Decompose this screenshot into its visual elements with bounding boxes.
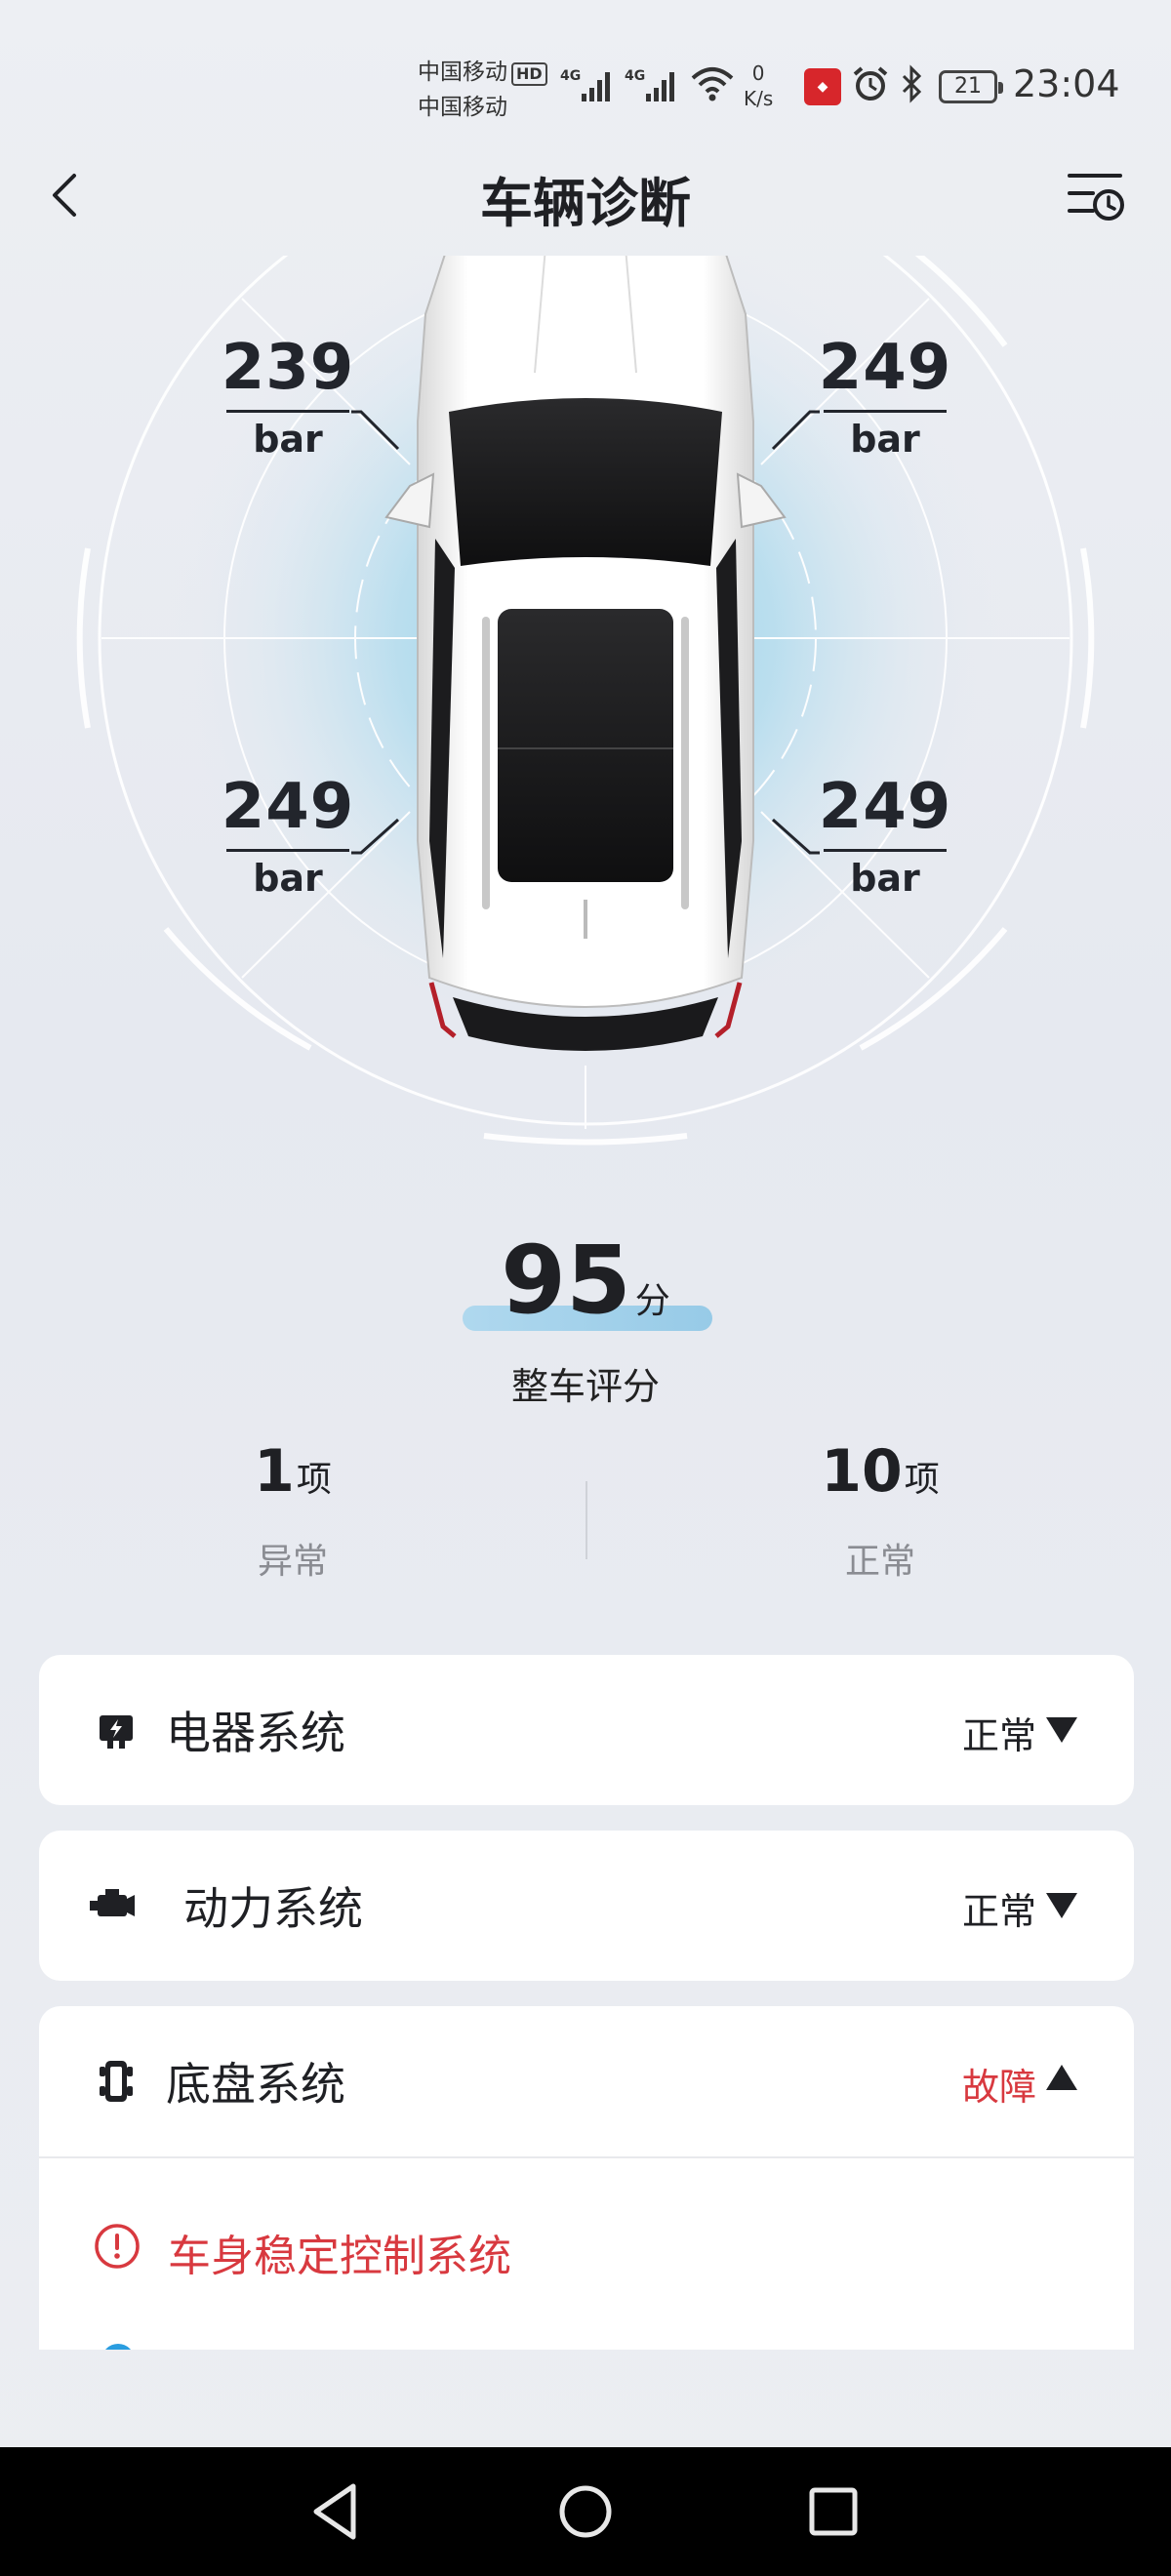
signal-4g-icon-2: 4G: [625, 68, 674, 101]
alert-circle-icon: [95, 2224, 140, 2269]
normal-label: 正常: [844, 1542, 915, 1582]
tire-rear-right: 249 bar: [792, 773, 978, 903]
system-row-chassis[interactable]: 底盘系统 故障: [39, 2006, 1134, 2156]
score-unit: 分: [634, 1281, 670, 1321]
carrier-name-1: 中国移动: [418, 60, 507, 85]
system-name: 电器系统: [166, 1707, 345, 1759]
chassis-icon: [100, 2061, 133, 2102]
system-card-electrical: 电器系统 正常: [39, 1655, 1134, 1805]
issue-name: 车身稳定控制系统: [168, 2232, 511, 2281]
status-bar: 中国移动 HD 中国移动 4G 4G 0 K/s ◆ 21 23:04: [0, 0, 1171, 127]
expand-chevron-icon[interactable]: [1046, 1893, 1077, 1918]
hd-badge: HD: [511, 62, 547, 86]
net-speed: 0 K/s: [744, 60, 773, 111]
signal-4g-icon: 4G: [560, 68, 610, 101]
tire-front-right-value: 249: [818, 332, 952, 404]
nav-recents-icon[interactable]: [798, 2476, 868, 2547]
system-row-powertrain[interactable]: 动力系统 正常: [39, 1831, 1134, 1981]
bluetooth-icon: [902, 64, 922, 103]
app-notification-icon: ◆: [804, 68, 841, 105]
chassis-issue-list: 车身稳定控制系统: [39, 2156, 1134, 2350]
normal-count-unit: 项: [904, 1460, 940, 1500]
system-card-chassis: 底盘系统 故障 车身稳定控制系统: [39, 2006, 1134, 2350]
tire-front-left-unit: bar: [226, 410, 349, 463]
abnormal-count-unit: 项: [296, 1460, 332, 1500]
history-button[interactable]: [1064, 164, 1128, 228]
wifi-icon: [691, 67, 734, 101]
app-header: 车辆诊断: [0, 146, 1171, 244]
tire-rear-left-unit: bar: [226, 849, 349, 903]
tire-rear-right-value: 249: [818, 771, 952, 843]
system-name: 底盘系统: [166, 2058, 345, 2111]
abnormal-count-value: 1: [254, 1437, 295, 1506]
alarm-icon: [853, 66, 888, 101]
system-status: 正常: [961, 1714, 1036, 1757]
clock: 23:04: [1013, 62, 1120, 105]
tire-front-left: 239 bar: [195, 334, 381, 463]
system-row-electrical[interactable]: 电器系统 正常: [39, 1655, 1134, 1805]
net-speed-value: 0: [751, 61, 765, 85]
nav-back-icon[interactable]: [303, 2476, 373, 2547]
next-item-status-icon: [101, 2344, 135, 2350]
overall-score: 95 分: [0, 1231, 1171, 1350]
tire-front-left-value: 239: [221, 332, 355, 404]
score-label: 整车评分: [510, 1365, 660, 1408]
tire-rear-right-unit: bar: [824, 849, 947, 903]
carrier-name-2: 中国移动: [418, 95, 507, 120]
system-navigation-bar: [0, 2447, 1171, 2576]
nav-home-icon[interactable]: [550, 2476, 621, 2547]
car-top-view: [384, 256, 787, 1051]
system-name: 动力系统: [183, 1882, 363, 1935]
engine-icon: [90, 1889, 135, 1916]
tire-front-right: 249 bar: [792, 334, 978, 463]
tire-rear-left: 249 bar: [195, 773, 381, 903]
carrier-info: 中国移动 HD 中国移动: [418, 55, 547, 125]
tire-rear-left-value: 249: [221, 771, 355, 843]
diagnosis-summary: 1项 异常 10项 正常: [0, 1432, 1171, 1598]
net-speed-unit: K/s: [744, 87, 774, 110]
svg-text:4G: 4G: [625, 68, 645, 84]
normal-count-value: 10: [821, 1437, 903, 1506]
system-status: 正常: [961, 1890, 1036, 1933]
svg-text:4G: 4G: [560, 68, 581, 84]
abnormal-count[interactable]: 1项 异常: [146, 1432, 439, 1584]
system-status: 故障: [961, 2066, 1036, 2109]
collapse-chevron-icon[interactable]: [1046, 2065, 1077, 2090]
electrical-icon: [100, 1715, 133, 1749]
summary-divider: [586, 1481, 587, 1559]
system-card-powertrain: 动力系统 正常: [39, 1831, 1134, 1981]
battery-indicator: 21: [939, 70, 1003, 103]
score-value-wrap: 95 分: [501, 1231, 670, 1350]
score-value: 95: [501, 1226, 631, 1335]
expand-chevron-icon[interactable]: [1046, 1717, 1077, 1743]
normal-count[interactable]: 10项 正常: [734, 1432, 1027, 1584]
page-title: 车辆诊断: [480, 173, 691, 234]
tire-pressure-diagram: 239 bar 249 bar 249 bar 249 bar: [0, 256, 1171, 1163]
tire-front-right-unit: bar: [824, 410, 947, 463]
list-clock-icon: [1068, 174, 1124, 221]
diagram-graphic: [76, 256, 1095, 1146]
abnormal-label: 异常: [257, 1542, 328, 1582]
